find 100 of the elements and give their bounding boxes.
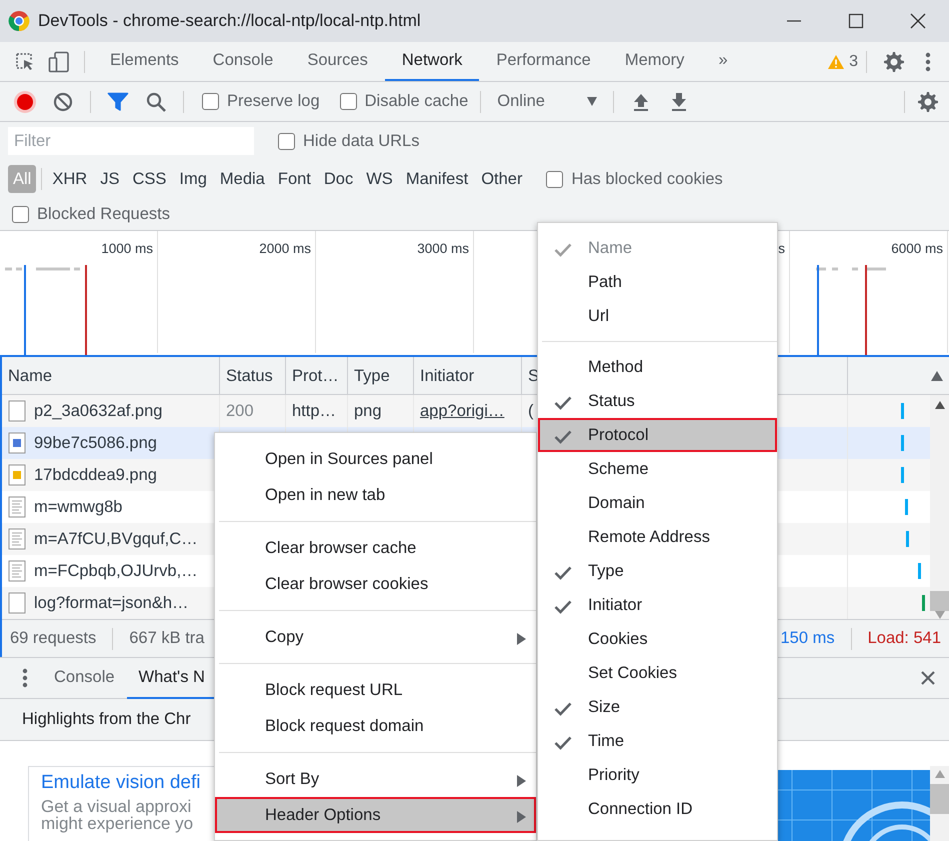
column-header[interactable]: Type [354, 364, 390, 388]
request-name: p2_3a0632af.png [34, 400, 162, 422]
waterfall-bar [906, 531, 909, 547]
menu-item[interactable]: Priority [538, 758, 777, 792]
menu-item[interactable]: Copy [215, 619, 536, 655]
menu-item[interactable]: Initiator [538, 588, 777, 622]
column-header[interactable]: Name [8, 364, 52, 388]
checkbox[interactable] [278, 132, 295, 150]
highlights-heading: Highlights from the Chr [22, 709, 191, 730]
menu-item[interactable]: Time [538, 724, 777, 758]
warning-count: 3 [849, 52, 858, 72]
dom-loaded-time: 150 ms [780, 628, 835, 650]
time-tick-label: s [778, 241, 785, 256]
menu-item[interactable]: Open in Sources panel [215, 441, 536, 477]
maximize-icon[interactable] [848, 13, 864, 29]
menu-item[interactable]: Cookies [538, 622, 777, 656]
menu-item[interactable]: Protocol [538, 418, 777, 452]
file-icon [8, 496, 26, 518]
settings-icon[interactable] [882, 50, 906, 72]
record-icon[interactable] [13, 90, 37, 114]
browser-logo-icon [8, 10, 30, 32]
checkbox[interactable] [340, 93, 357, 110]
menu-item[interactable]: Block request domain [215, 708, 536, 744]
menu-item[interactable]: Block request URL [215, 672, 536, 708]
type-filter[interactable]: Doc [318, 164, 358, 194]
menu-item[interactable]: Type [538, 554, 777, 588]
settings-icon[interactable] [916, 90, 940, 112]
request-name: m=wmwg8b [34, 496, 122, 518]
menu-item[interactable]: Set Cookies [538, 656, 777, 690]
waterfall-bar [922, 595, 925, 611]
panel-tab[interactable]: Console [196, 42, 290, 81]
panel-tab[interactable]: Sources [290, 42, 385, 81]
type-filter[interactable]: XHR [47, 164, 92, 194]
more-tabs-button[interactable]: » [701, 42, 745, 81]
scrollbar-thumb[interactable] [930, 591, 949, 611]
blocked-requests-label: Blocked Requests [37, 204, 170, 225]
menu-item[interactable]: Clear browser cache [215, 530, 536, 566]
menu-item[interactable]: Clear browser cookies [215, 566, 536, 602]
panel-tab[interactable]: Elements [93, 42, 196, 81]
close-icon[interactable] [920, 670, 936, 686]
drawer-tab[interactable]: Console [42, 658, 127, 698]
menu-item[interactable]: Size [538, 690, 777, 724]
clear-icon[interactable] [53, 92, 73, 112]
type-filter[interactable]: Other [476, 164, 528, 194]
file-icon [8, 464, 26, 486]
filter-field[interactable]: Filter [8, 127, 254, 155]
request-name: log?format=json&h… [34, 592, 189, 614]
time-tick-label: 6000 ms [891, 241, 943, 256]
menu-item[interactable]: Sort By [215, 761, 536, 797]
upload-icon[interactable] [632, 92, 650, 112]
device-icon[interactable] [48, 50, 70, 72]
close-icon[interactable] [910, 13, 926, 29]
waterfall-bar [905, 499, 908, 515]
table-cell-text: 200 [226, 400, 254, 422]
type-filter[interactable]: Font [272, 164, 316, 194]
menu-item[interactable]: Remote Address [538, 520, 777, 554]
inspect-icon[interactable] [15, 52, 35, 72]
file-icon [8, 560, 26, 582]
request-name: m=A7fCU,BVgquf,C… [34, 528, 198, 550]
panel-tab[interactable]: Performance [479, 42, 608, 81]
menu-item[interactable]: Header Options [215, 797, 536, 833]
checkbox[interactable] [546, 170, 564, 188]
request-name: m=FCpbqb,OJUrvb,… [34, 560, 198, 582]
more-options-icon[interactable] [925, 52, 931, 72]
menu-item[interactable]: Connection ID [538, 792, 777, 826]
menu-item[interactable]: Open in new tab [215, 477, 536, 513]
table-cell-text: png [354, 400, 382, 422]
sort-icon[interactable] [931, 371, 943, 381]
request-name: 99be7c5086.png [34, 432, 157, 454]
column-header[interactable]: Status [226, 364, 273, 388]
checkbox[interactable] [12, 206, 29, 222]
search-icon[interactable] [146, 92, 166, 112]
download-icon[interactable] [670, 92, 688, 112]
type-filter[interactable]: WS [361, 164, 398, 194]
file-icon [8, 432, 26, 454]
type-filter[interactable]: JS [95, 164, 124, 194]
waterfall-bar [901, 467, 904, 483]
window-title: DevTools - chrome-search://local-ntp/local-ntp.html [38, 10, 422, 32]
throttling-select[interactable]: Online [491, 89, 604, 114]
type-filter[interactable]: Media [214, 164, 270, 194]
column-header[interactable]: Prot… [292, 364, 339, 388]
table-cell-text: http… [292, 400, 336, 422]
column-header[interactable]: Initiator [420, 364, 474, 388]
scrollbar-thumb[interactable] [930, 784, 949, 814]
menu-item[interactable]: Method [538, 350, 777, 384]
type-filter[interactable]: Manifest [400, 164, 474, 194]
menu-item[interactable]: Url [538, 299, 777, 333]
table-cell-text: ( [528, 400, 534, 422]
menu-item[interactable]: Domain [538, 486, 777, 520]
checkbox[interactable] [202, 93, 219, 110]
menu-item[interactable]: Path [538, 265, 777, 299]
more-options-icon[interactable] [22, 668, 28, 688]
initiator-link[interactable]: app?origi… [420, 398, 504, 424]
type-filter[interactable]: CSS [127, 164, 172, 194]
menu-item[interactable]: Scheme [538, 452, 777, 486]
scroll-up-icon[interactable] [934, 401, 944, 409]
filter-icon[interactable] [107, 92, 129, 112]
preserve-log-label: Preserve log [227, 91, 320, 112]
type-filter[interactable]: Img [174, 164, 212, 194]
panel-tab[interactable]: Memory [608, 42, 702, 81]
